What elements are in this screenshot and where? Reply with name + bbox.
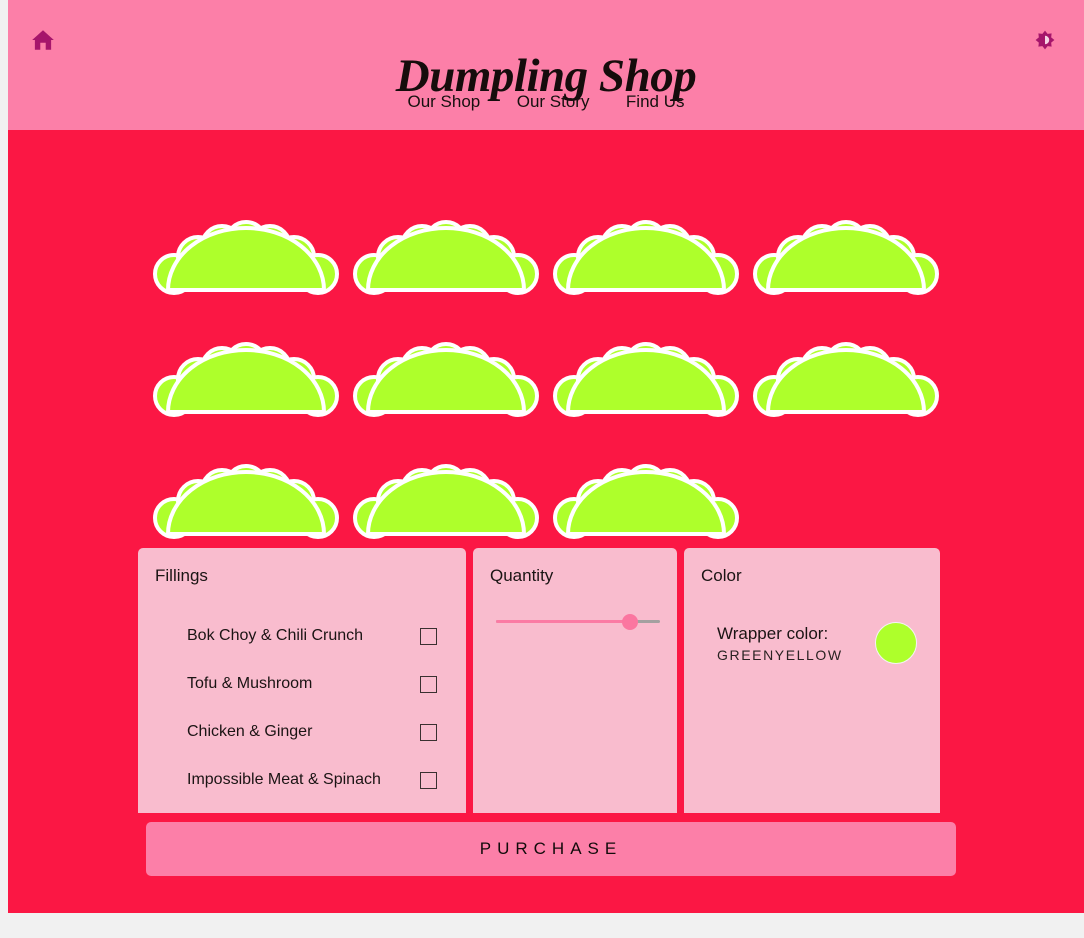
filling-label: Impossible Meat & Spinach — [187, 771, 381, 788]
dumpling-shape — [153, 220, 339, 295]
dumpling-shape — [353, 220, 539, 295]
filling-label: Bok Choy & Chili Crunch — [187, 627, 364, 644]
nav-link-our-shop[interactable]: Our Shop — [408, 92, 481, 112]
filling-option-chicken-ginger[interactable]: Chicken & Ginger — [153, 708, 451, 756]
filling-option-impossible-meat-spinach[interactable]: Impossible Meat & Spinach — [153, 756, 451, 804]
dumpling-shape — [553, 342, 739, 417]
quantity-panel: Quantity — [473, 548, 677, 813]
color-panel: Color Wrapper color: GREENYELLOW — [684, 548, 940, 813]
controls-container: Fillings Bok Choy & Chili Crunch Tofu & … — [138, 548, 948, 813]
wrapper-color-row: Wrapper color: GREENYELLOW — [699, 612, 925, 664]
page-root: Dumpling Shop Our Shop Our Story Find Us — [8, 0, 1084, 913]
site-header: Dumpling Shop Our Shop Our Story Find Us — [8, 0, 1084, 130]
fillings-legend: Fillings — [155, 566, 208, 585]
quantity-slider[interactable] — [496, 612, 660, 632]
filling-option-tofu-mushroom[interactable]: Tofu & Mushroom — [153, 660, 451, 708]
dumpling-row — [8, 424, 1084, 546]
brightness-icon[interactable] — [1032, 27, 1058, 53]
filling-option-bok-choy-chili-crunch[interactable]: Bok Choy & Chili Crunch — [153, 612, 451, 660]
purchase-button[interactable]: PURCHASE — [146, 822, 956, 876]
wrapper-color-text: Wrapper color: GREENYELLOW — [717, 622, 843, 663]
filling-checkbox[interactable] — [420, 675, 437, 693]
slider-track-fill — [496, 620, 630, 623]
nav-link-find-us[interactable]: Find Us — [626, 92, 685, 112]
slider-thumb[interactable] — [622, 614, 638, 630]
dumpling-shape — [353, 464, 539, 539]
filling-label: Chicken & Ginger — [187, 723, 313, 740]
dumpling-shape — [753, 220, 939, 295]
color-legend: Color — [701, 566, 742, 585]
main-nav: Our Shop Our Story Find Us — [8, 92, 1084, 112]
filling-label: Tofu & Mushroom — [187, 675, 313, 692]
filling-checkbox[interactable] — [420, 723, 437, 741]
wrapper-color-label: Wrapper color: — [717, 624, 829, 643]
nav-link-our-story[interactable]: Our Story — [517, 92, 590, 112]
dumpling-display — [8, 130, 1084, 539]
dumpling-shape — [753, 342, 939, 417]
dumpling-shape — [553, 220, 739, 295]
wrapper-color-value: GREENYELLOW — [717, 647, 843, 663]
filling-checkbox[interactable] — [420, 771, 437, 789]
dumpling-shape — [153, 342, 339, 417]
dumpling-shape — [353, 342, 539, 417]
wrapper-color-swatch[interactable] — [875, 622, 917, 664]
quantity-legend: Quantity — [490, 566, 554, 585]
dumpling-shape — [553, 464, 739, 539]
dumpling-row — [8, 302, 1084, 424]
fillings-panel: Fillings Bok Choy & Chili Crunch Tofu & … — [138, 548, 466, 813]
filling-checkbox[interactable] — [420, 627, 437, 645]
dumpling-shape — [153, 464, 339, 539]
dumpling-row — [8, 130, 1084, 302]
